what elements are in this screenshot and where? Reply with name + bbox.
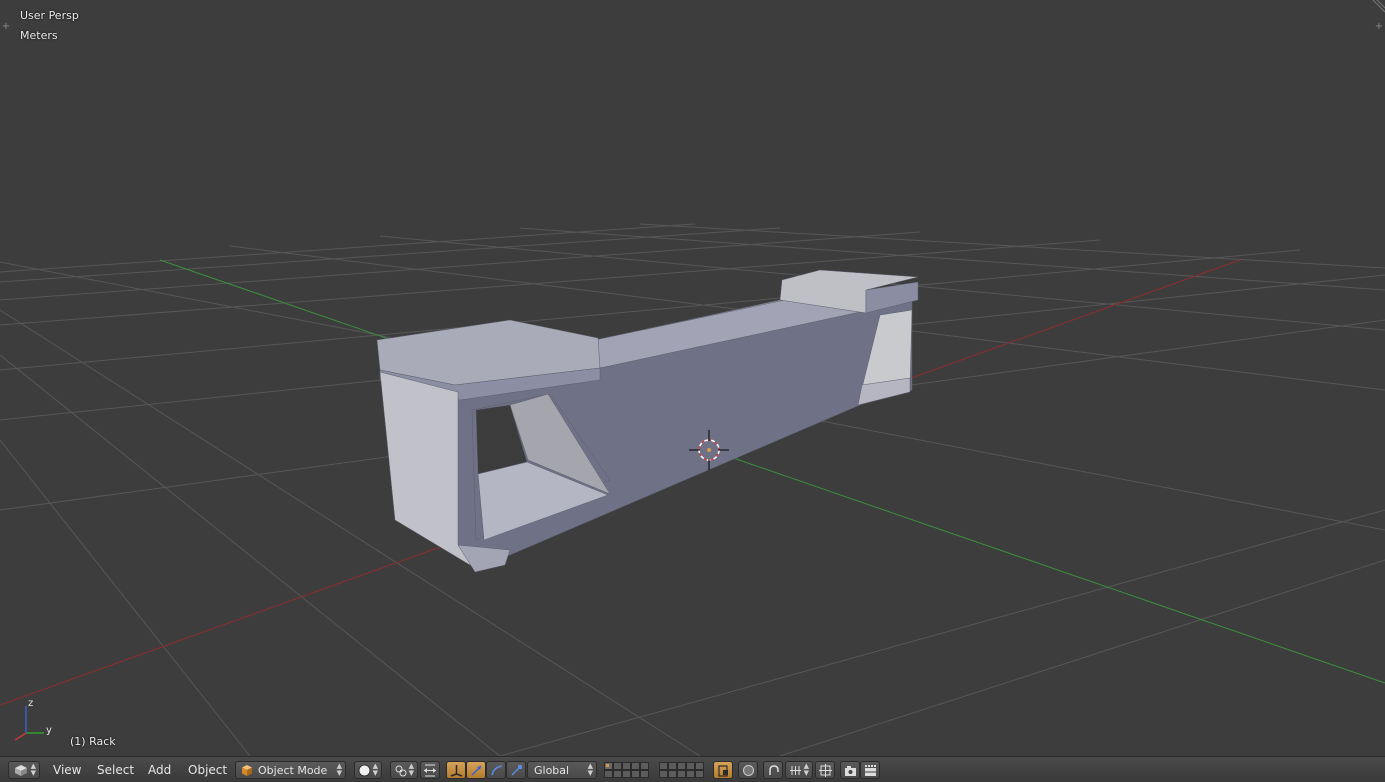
layer-11[interactable]	[604, 770, 613, 778]
unit-system-label: Meters	[20, 29, 58, 42]
menu-select[interactable]: Select	[97, 763, 134, 777]
3d-view-header: ▲ ▼ View Select Add Object Object Mode ▲ ▼…	[0, 756, 1385, 782]
gizmo-z-label: z	[28, 698, 33, 709]
render-camera-icon	[845, 766, 856, 776]
floor-grid	[0, 223, 1385, 756]
menu-view[interactable]: View	[53, 763, 81, 777]
layer-4[interactable]	[631, 762, 640, 770]
proportional-edit-icon	[743, 765, 754, 776]
rotate-arc-icon	[471, 765, 482, 776]
rack-object[interactable]	[376, 269, 919, 573]
area-split-corner-icon[interactable]	[1371, 0, 1385, 14]
menu-add[interactable]: Add	[148, 763, 171, 777]
transform-orientation-value: Global	[534, 764, 570, 777]
snap-target-button[interactable]	[815, 761, 835, 779]
view-name-label: User Persp	[20, 9, 79, 22]
manipulator-scale-button[interactable]	[486, 761, 506, 779]
translate-arrow-icon	[450, 765, 463, 777]
manipulator-toggle-icon	[424, 764, 436, 777]
pivot-point-icon	[395, 765, 407, 777]
lock-layers-button[interactable]	[713, 761, 733, 779]
layer-15[interactable]	[640, 770, 649, 778]
object-cube-icon	[242, 765, 252, 776]
snap-element-icon	[790, 766, 801, 775]
axis-gizmo: y z	[14, 698, 52, 741]
snap-toggle-button[interactable]	[763, 761, 783, 779]
manipulator-extra-button[interactable]	[506, 761, 526, 779]
menu-object[interactable]: Object	[188, 763, 227, 777]
region-plus-icon-left[interactable]: +	[1, 22, 11, 32]
layer-group-2[interactable]	[659, 762, 704, 778]
viewport-shading-selector[interactable]: ▲ ▼	[354, 761, 382, 779]
snap-target-icon	[819, 764, 832, 777]
layer-14[interactable]	[631, 770, 640, 778]
scale-handle-icon	[491, 765, 503, 776]
layer-9[interactable]	[686, 762, 695, 770]
layer-18[interactable]	[677, 770, 686, 778]
scale-line-icon	[511, 765, 522, 776]
active-object-label: (1) Rack	[70, 735, 116, 748]
layer-10[interactable]	[695, 762, 704, 770]
pivot-point-selector[interactable]: ▲ ▼	[390, 761, 418, 779]
layer-17[interactable]	[668, 770, 677, 778]
region-plus-icon-right[interactable]: +	[1374, 22, 1384, 32]
manipulator-rotate-button[interactable]	[466, 761, 486, 779]
3d-view-cube-icon	[15, 765, 27, 776]
editor-type-selector[interactable]: ▲ ▼	[8, 761, 40, 779]
layer-20[interactable]	[695, 770, 704, 778]
render-still-button[interactable]	[840, 761, 860, 779]
layer-2[interactable]	[613, 762, 622, 770]
gizmo-y-label: y	[46, 725, 52, 736]
lock-layers-icon	[718, 765, 728, 777]
snap-element-selector[interactable]: ▲ ▼	[785, 761, 813, 779]
render-anim-icon	[865, 765, 876, 776]
layer-1[interactable]	[604, 762, 613, 770]
manipulator-translate-button[interactable]	[446, 761, 466, 779]
scene-canvas[interactable]: y z	[0, 0, 1385, 756]
render-animation-button[interactable]	[860, 761, 880, 779]
manipulator-toggle-button[interactable]	[420, 761, 440, 779]
layer-6[interactable]	[659, 762, 668, 770]
layer-16[interactable]	[659, 770, 668, 778]
layer-group-1[interactable]	[604, 762, 649, 778]
proportional-edit-button[interactable]	[738, 761, 758, 779]
layer-19[interactable]	[686, 770, 695, 778]
3d-viewport[interactable]: y z User Persp Meters (1) Rack + +	[0, 0, 1385, 756]
solid-sphere-icon	[358, 764, 371, 777]
snap-magnet-icon	[769, 765, 779, 775]
layer-13[interactable]	[622, 770, 631, 778]
mode-selector[interactable]: Object Mode ▲ ▼	[235, 761, 346, 779]
transform-orientation-selector[interactable]: Global ▲ ▼	[527, 761, 597, 779]
layer-3[interactable]	[622, 762, 631, 770]
layer-8[interactable]	[677, 762, 686, 770]
layer-12[interactable]	[613, 770, 622, 778]
mode-selector-value: Object Mode	[258, 764, 328, 777]
layer-5[interactable]	[640, 762, 649, 770]
layer-7[interactable]	[668, 762, 677, 770]
